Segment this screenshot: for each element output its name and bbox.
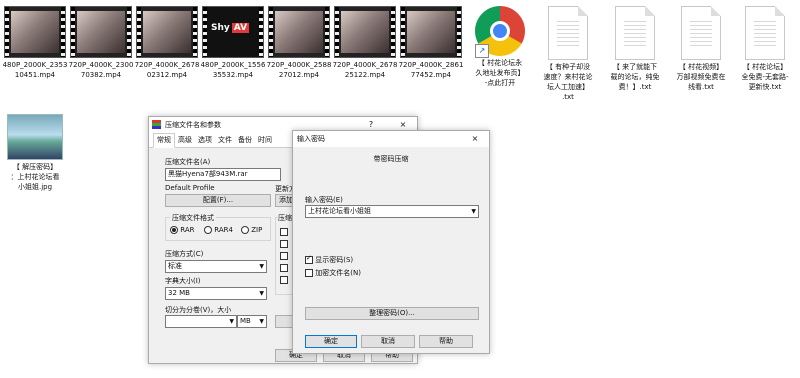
desktop-file-video-1[interactable]: 480P_2000K_2353 10451.mp4: [0, 6, 70, 80]
chevron-down-icon: ▼: [259, 290, 264, 297]
dialog-heading: 带密码压缩: [373, 155, 409, 163]
chevron-down-icon: ▼: [229, 318, 234, 325]
video-thumbnail: [70, 6, 132, 58]
text-file-icon: [548, 6, 588, 60]
method-select[interactable]: 标准 ▼: [165, 260, 267, 273]
show-password-checkbox[interactable]: 显示密码(S): [305, 254, 353, 265]
split-unit-select[interactable]: MB ▼: [237, 315, 267, 328]
split-label: 切分为分卷(V)，大小: [165, 306, 232, 314]
split-size-input[interactable]: ▼: [165, 315, 237, 328]
option-checkbox[interactable]: [280, 252, 288, 260]
desktop-file-video-6[interactable]: 720P_4000K_2678 25122.mp4: [330, 6, 400, 80]
file-name: 【 村花视频】 万部视频免费在 线看.txt: [676, 63, 726, 91]
format-group: 压缩文件格式 RAR RAR4 ZIP: [165, 213, 271, 241]
desktop-file-video-7[interactable]: 720P_4000K_2861 77452.mp4: [396, 6, 466, 80]
profile-button[interactable]: 配置(F)...: [165, 194, 271, 207]
file-name: 480P_2000K_2353 10451.mp4: [2, 61, 68, 79]
desktop-file-text-1[interactable]: 【 有种子却没 速度？来村花论 坛人工加速】 .txt: [533, 6, 603, 102]
file-name: 720P_4000K_2678 02312.mp4: [134, 61, 200, 79]
desktop-file-text-3[interactable]: 【 村花视频】 万部视频免费在 线看.txt: [666, 6, 736, 92]
chevron-down-icon: ▼: [259, 318, 264, 325]
video-thumbnail: [268, 6, 330, 58]
text-file-icon: [745, 6, 785, 60]
video-thumbnail: [334, 6, 396, 58]
chevron-down-icon: ▼: [259, 263, 264, 270]
tab-general[interactable]: 常规: [153, 133, 175, 148]
chevron-down-icon: ▼: [471, 208, 476, 215]
desktop-file-video-5[interactable]: 720P_4000K_2588 27012.mp4: [264, 6, 334, 80]
file-name: 720P_4000K_2588 27012.mp4: [266, 61, 332, 79]
organize-passwords-button[interactable]: 整理密码(O)...: [305, 307, 479, 320]
tab-files[interactable]: 文件: [215, 134, 235, 147]
file-name: 【 村花论坛】 全免费-无套路- 更新快.txt: [741, 63, 789, 91]
option-checkbox[interactable]: [280, 228, 288, 236]
file-name: 720P_4000K_2678 25122.mp4: [332, 61, 398, 79]
format-label: 压缩文件格式: [170, 213, 216, 223]
option-checkbox[interactable]: [280, 264, 288, 272]
format-rar-radio[interactable]: RAR: [170, 226, 194, 234]
dictionary-label: 字典大小(I): [165, 277, 201, 285]
dialog-titlebar: 输入密码 ×: [293, 131, 489, 147]
file-name: 【 来了就能下 载的论坛，纯免 费！】.txt: [610, 63, 660, 91]
dictionary-select[interactable]: 32 MB ▼: [165, 287, 267, 300]
desktop-file-image[interactable]: 【 解压密码】 ：上村花论坛看 小姐姐.jpg: [0, 114, 70, 192]
desktop-file-video-2[interactable]: 720P_4000K_2300 70382.mp4: [66, 6, 136, 80]
close-button[interactable]: ×: [461, 131, 489, 147]
tab-backup[interactable]: 备份: [235, 134, 255, 147]
file-name: 720P_4000K_2861 77452.mp4: [398, 61, 464, 79]
dialog-title: 压缩文件名和参数: [165, 121, 221, 129]
video-thumbnail: [136, 6, 198, 58]
text-file-icon: [615, 6, 655, 60]
cancel-button[interactable]: 取消: [361, 335, 415, 348]
options-label: 压缩: [278, 213, 292, 223]
format-rar4-radio[interactable]: RAR4: [204, 226, 233, 234]
ok-button[interactable]: 确定: [305, 335, 357, 348]
file-name: 720P_4000K_2300 70382.mp4: [68, 61, 134, 79]
profile-label: Default Profile: [165, 184, 215, 192]
option-checkbox[interactable]: [280, 276, 288, 284]
desktop-file-text-4[interactable]: 【 村花论坛】 全免费-无套路- 更新快.txt: [730, 6, 800, 92]
file-name: 480P_2000K_1556 35532.mp4: [200, 61, 266, 79]
text-file-icon: [681, 6, 721, 60]
tab-time[interactable]: 时间: [255, 134, 275, 147]
archive-name-label: 压缩文件名(A): [165, 158, 211, 166]
desktop-file-video-3[interactable]: 720P_4000K_2678 02312.mp4: [132, 6, 202, 80]
dialog-title: 输入密码: [297, 135, 325, 143]
file-name: 【 村花论坛永 久地址发布页】 -点此打开: [475, 59, 525, 87]
desktop-shortcut-chrome[interactable]: ↗ 【 村花论坛永 久地址发布页】 -点此打开: [465, 6, 535, 88]
file-name: 【 解压密码】 ：上村花论坛看 小姐姐.jpg: [10, 163, 60, 191]
encrypt-filenames-checkbox[interactable]: 加密文件名(N): [305, 268, 361, 278]
video-thumbnail: [400, 6, 462, 58]
desktop-file-text-2[interactable]: 【 来了就能下 载的论坛，纯免 费！】.txt: [600, 6, 670, 92]
password-dialog: 输入密码 × 带密码压缩 输入密码(E) 上村花论坛看小姐姐▼ 显示密码(S) …: [292, 130, 490, 354]
archive-name-input[interactable]: 黑猫Hyena7部943M.rar: [165, 168, 281, 181]
video-thumbnail: Shy AV: [202, 6, 264, 58]
tab-advanced[interactable]: 高级: [175, 134, 195, 147]
video-thumbnail: [4, 6, 66, 58]
format-zip-radio[interactable]: ZIP: [241, 226, 262, 234]
shyav-logo: Shy AV: [211, 23, 250, 33]
winrar-icon: [152, 120, 161, 129]
image-thumbnail: [7, 114, 63, 160]
desktop-file-video-4[interactable]: Shy AV 480P_2000K_1556 35532.mp4: [198, 6, 268, 80]
password-label: 输入密码(E): [305, 196, 343, 204]
tab-options[interactable]: 选项: [195, 134, 215, 147]
file-name: 【 有种子却没 速度？来村花论 坛人工加速】 .txt: [543, 63, 593, 101]
chrome-icon: ↗: [475, 6, 525, 58]
password-input[interactable]: 上村花论坛看小姐姐 ▼: [305, 205, 479, 218]
method-label: 压缩方式(C): [165, 250, 204, 258]
help-button[interactable]: 帮助: [419, 335, 473, 348]
option-checkbox[interactable]: [280, 240, 288, 248]
shortcut-arrow-icon: ↗: [475, 44, 489, 58]
